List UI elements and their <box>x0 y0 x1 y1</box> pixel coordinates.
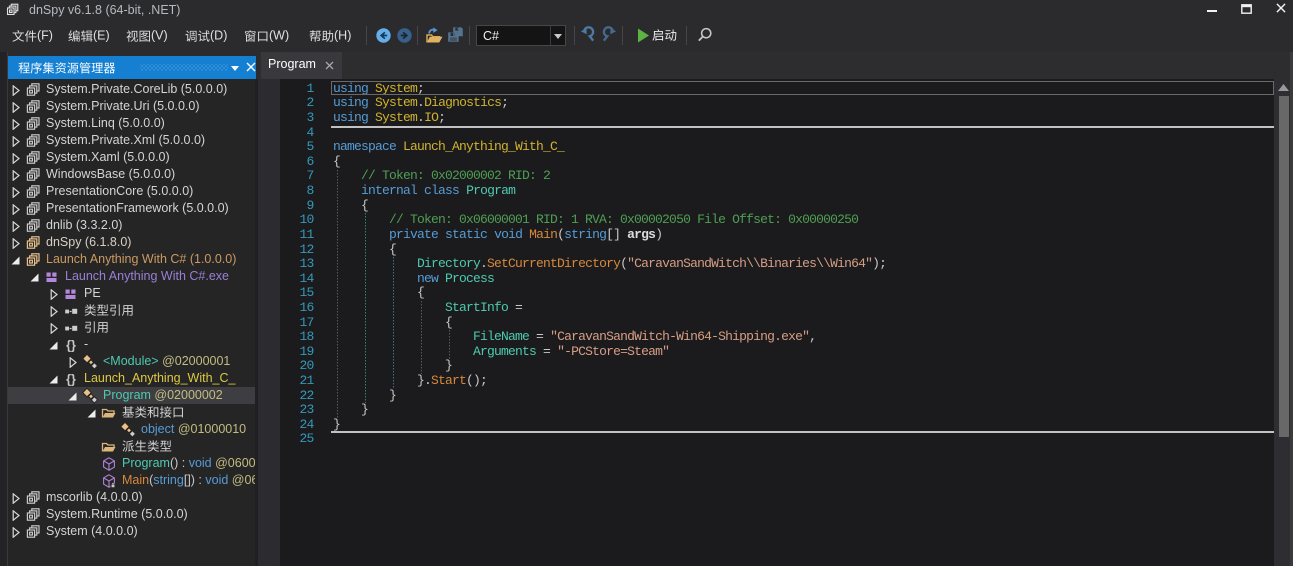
svg-text:{}: {} <box>66 339 76 353</box>
svg-text:{}: {} <box>66 373 76 387</box>
